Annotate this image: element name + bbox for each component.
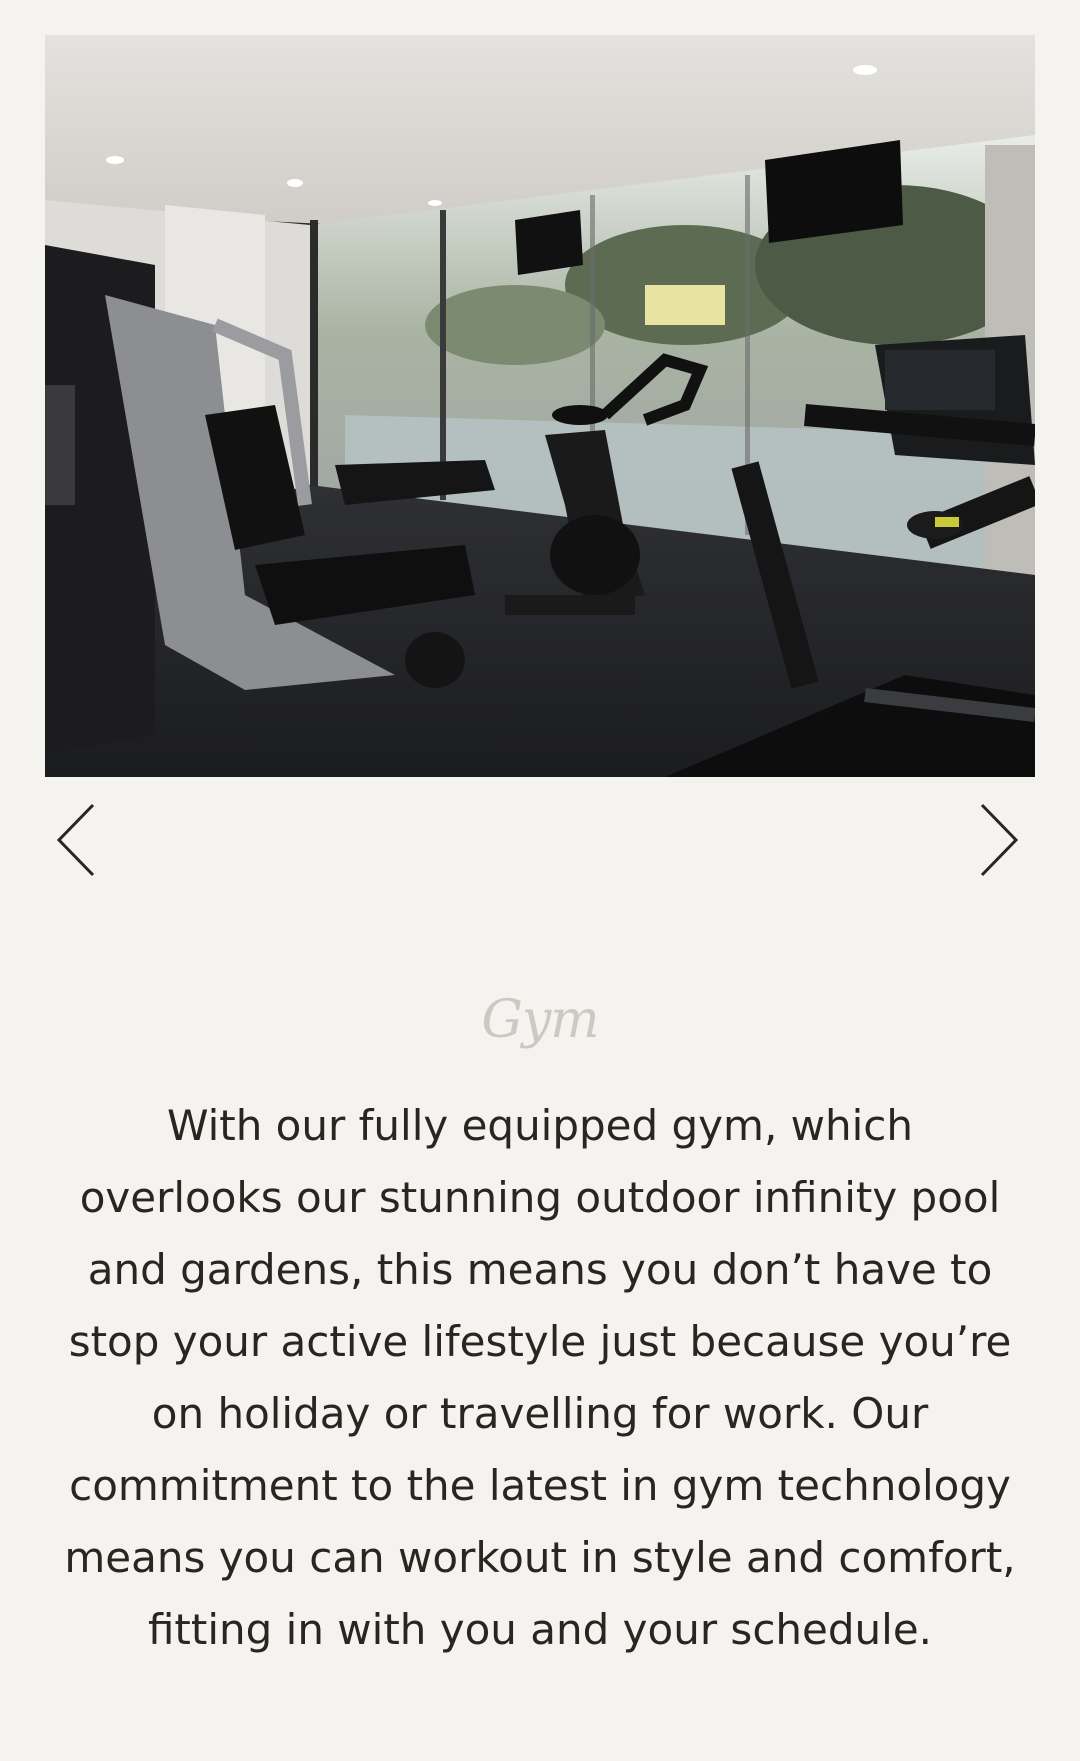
section-title: Gym bbox=[481, 990, 599, 1050]
gym-photo bbox=[45, 35, 1035, 777]
next-slide-button[interactable] bbox=[976, 800, 1020, 880]
previous-slide-button[interactable] bbox=[55, 800, 99, 880]
image-slider bbox=[0, 0, 1080, 900]
chevron-left-icon bbox=[56, 803, 95, 877]
chevron-right-icon bbox=[980, 803, 1019, 877]
section-description: With our fully equipped gym, which overl… bbox=[64, 1101, 1016, 1654]
